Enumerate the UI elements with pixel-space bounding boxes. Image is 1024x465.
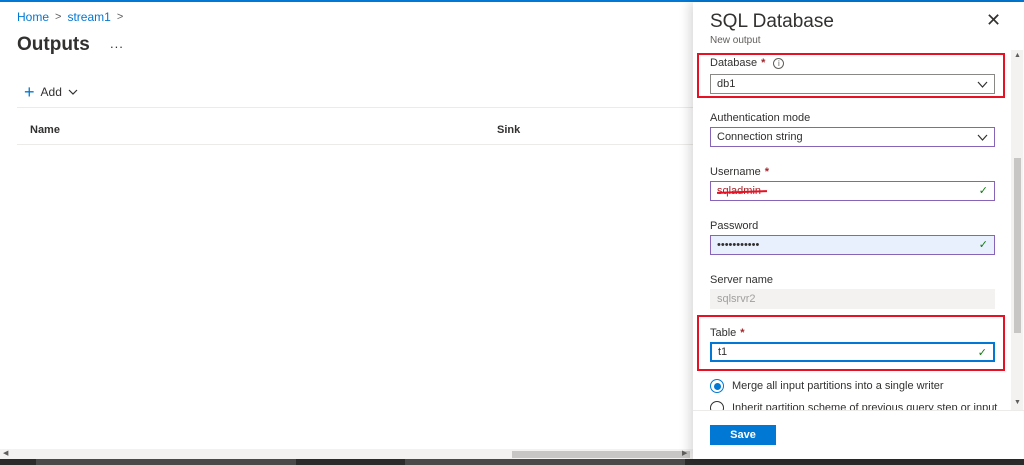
auth-mode-select[interactable]: Connection string: [710, 127, 995, 147]
server-name-value: sqlsrvr2: [717, 293, 756, 305]
vertical-scrollbar-thumb[interactable]: [1014, 158, 1021, 333]
info-icon[interactable]: i: [773, 57, 785, 69]
database-label-text: Database: [710, 57, 758, 69]
chevron-down-icon: [977, 134, 988, 141]
form-area: Database * i db1 Authentication mode Con…: [693, 50, 1011, 410]
breadcrumb-stream1[interactable]: stream1: [67, 10, 110, 24]
breadcrumb-separator: >: [55, 11, 62, 23]
panel-footer-divider: [693, 410, 1024, 411]
required-mark: *: [764, 166, 770, 178]
required-mark: *: [740, 327, 745, 339]
required-mark: *: [761, 57, 766, 69]
password-label-text: Password: [710, 220, 759, 232]
taskbar-item[interactable]: [405, 459, 685, 465]
server-name-label: Server name: [710, 274, 773, 286]
password-input[interactable]: ••••••••••• ✓: [710, 235, 995, 255]
inherit-partitions-option[interactable]: Inherit partition scheme of previous que…: [710, 401, 997, 410]
table-input[interactable]: t1 ✓: [710, 342, 995, 362]
table-value: t1: [718, 346, 728, 358]
username-label: Username *: [710, 166, 769, 178]
password-value: •••••••••••: [717, 239, 760, 251]
username-label-text: Username: [710, 166, 761, 178]
breadcrumb-separator: >: [116, 11, 124, 23]
column-header-sink[interactable]: Sink: [497, 124, 520, 136]
sql-database-panel: SQL Database New output ✕ Database * i d…: [693, 2, 1024, 459]
add-button[interactable]: + Add: [24, 83, 78, 101]
server-name-label-text: Server name: [710, 274, 773, 286]
horizontal-scrollbar-thumb[interactable]: [512, 451, 690, 458]
plus-icon: +: [24, 82, 35, 102]
radio-unselected[interactable]: [710, 401, 724, 410]
horizontal-scrollbar[interactable]: ◀ ▶: [0, 449, 693, 459]
taskbar: [0, 459, 1024, 465]
check-icon: ✓: [978, 185, 988, 197]
auth-mode-label: Authentication mode: [710, 112, 810, 124]
username-input[interactable]: sqladmin ✓: [710, 181, 995, 201]
close-icon[interactable]: ✕: [986, 11, 1001, 29]
merge-partitions-label: Merge all input partitions into a single…: [732, 380, 944, 392]
scroll-down-arrow-icon[interactable]: ▼: [1014, 399, 1021, 406]
check-icon: ✓: [978, 239, 988, 251]
save-button[interactable]: Save: [710, 425, 776, 445]
scroll-left-arrow-icon[interactable]: ◀: [3, 449, 8, 457]
header-divider: [17, 144, 693, 145]
check-icon: ✓: [977, 347, 987, 359]
column-header-name[interactable]: Name: [30, 124, 60, 136]
merge-partitions-option[interactable]: Merge all input partitions into a single…: [710, 379, 944, 393]
chevron-down-icon: [977, 81, 988, 88]
table-label-text: Table: [710, 327, 737, 339]
username-value: sqladmin: [717, 185, 762, 197]
breadcrumb: Home > stream1 >: [17, 10, 123, 24]
panel-title: SQL Database: [710, 11, 834, 32]
server-name-input: sqlsrvr2: [710, 289, 995, 309]
breadcrumb-home[interactable]: Home: [17, 10, 49, 24]
more-options-button[interactable]: ...: [110, 36, 124, 51]
radio-selected[interactable]: [710, 379, 724, 393]
toolbar-divider: [17, 107, 693, 108]
vertical-scrollbar[interactable]: ▲ ▼: [1011, 50, 1023, 410]
add-button-label: Add: [40, 85, 62, 99]
chevron-down-icon: [68, 89, 78, 95]
scroll-up-arrow-icon[interactable]: ▲: [1014, 52, 1021, 59]
database-value: db1: [717, 78, 736, 90]
taskbar-item[interactable]: [36, 459, 296, 465]
table-label: Table *: [710, 327, 745, 339]
database-label: Database * i: [710, 57, 785, 69]
inherit-partitions-label: Inherit partition scheme of previous que…: [732, 402, 998, 410]
auth-mode-label-text: Authentication mode: [710, 112, 811, 124]
password-label: Password: [710, 220, 758, 232]
panel-subtitle: New output: [710, 35, 761, 46]
scroll-right-arrow-icon[interactable]: ▶: [682, 449, 687, 457]
page-title: Outputs: [17, 34, 90, 55]
database-select[interactable]: db1: [710, 74, 995, 94]
auth-mode-value: Connection string: [717, 131, 803, 143]
